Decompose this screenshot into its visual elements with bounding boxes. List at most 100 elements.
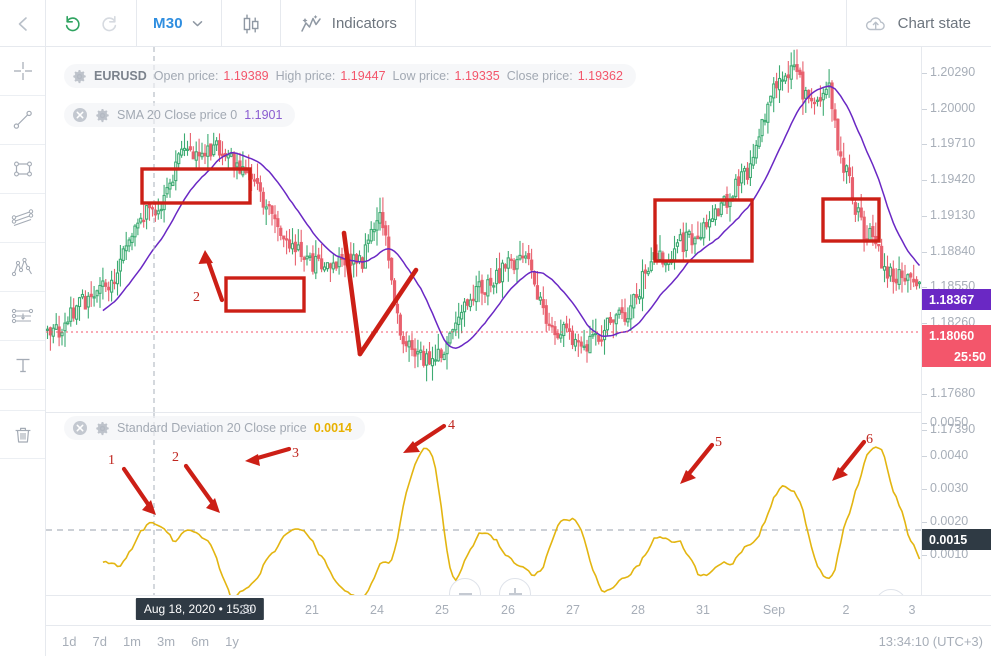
price-pane[interactable]: EURUSD Open price: 1.19389 High price: 1… [46, 47, 991, 412]
time-axis-tick: 31 [696, 603, 710, 617]
annotation-arrow-3 [245, 446, 292, 466]
indicator-axis-tick: 0.0050 [930, 415, 969, 429]
annotation-arrow-5 [680, 442, 715, 484]
close-circle-icon[interactable] [72, 420, 88, 436]
sma-legend[interactable]: SMA 20 Close price 0 1.1901 [64, 103, 296, 127]
current-price-badge: 1.18060 [922, 325, 991, 346]
annotation-number-6: 6 [866, 432, 873, 447]
gear-icon[interactable] [95, 108, 110, 123]
zigzag-icon [10, 255, 36, 279]
toolbar-gap [0, 390, 45, 410]
low-label: Low price: [392, 69, 450, 83]
clock-label: 13:34:10 (UTC+3) [878, 633, 983, 649]
delete-tool[interactable] [0, 410, 45, 459]
annotation-arrow-price [198, 250, 225, 303]
close-circle-icon[interactable] [72, 107, 88, 123]
top-toolbar: M30 Indicators Chart state [0, 0, 991, 47]
axis-tick-mark [922, 394, 927, 396]
annotation-arrow-2 [183, 463, 220, 513]
text-tool[interactable] [0, 341, 45, 390]
annotation-number-price: 2 [193, 290, 200, 305]
undo-button[interactable] [62, 13, 84, 35]
price-axis-tick: 1.17680 [930, 386, 976, 401]
chevron-left-icon [13, 14, 33, 34]
chart-state-button[interactable]: Chart state [847, 0, 991, 47]
axis-tick-mark [922, 423, 927, 424]
chart-state-label: Chart state [897, 15, 971, 32]
range-button-7d[interactable]: 7d [92, 634, 106, 649]
time-axis-tick: 21 [305, 603, 319, 617]
open-value: 1.19389 [223, 69, 269, 83]
sma-value: 1.1901 [244, 108, 283, 122]
chevron-down-icon [190, 16, 205, 31]
indicators-button[interactable]: Indicators [281, 0, 416, 47]
axis-tick-mark [922, 180, 927, 182]
time-axis-tick: 2 [842, 603, 850, 617]
axis-tick-mark [922, 251, 927, 253]
price-legend[interactable]: EURUSD Open price: 1.19389 High price: 1… [64, 64, 636, 88]
open-label: Open price: [153, 69, 219, 83]
back-button[interactable] [0, 0, 46, 47]
symbol-label: EURUSD [94, 69, 147, 83]
indicator-pane[interactable]: Standard Deviation 20 Close price 0.0014… [46, 413, 991, 595]
timeframe-label: M30 [153, 15, 183, 32]
range-button-6m[interactable]: 6m [191, 634, 209, 649]
line-icon [11, 108, 35, 132]
close-label: Close price: [506, 69, 573, 83]
candlestick-icon [240, 12, 262, 36]
sma-title: SMA 20 Close price 0 [117, 108, 238, 122]
low-value: 1.19335 [454, 69, 500, 83]
chart-type-button[interactable] [222, 0, 281, 47]
toolbar-spacer [416, 0, 847, 46]
parallel-channel-icon [10, 206, 36, 230]
axis-tick-mark [922, 522, 927, 523]
annotation-number-2: 2 [172, 450, 179, 465]
range-button-1m[interactable]: 1m [123, 634, 141, 649]
time-axis-tick: 24 [370, 603, 384, 617]
indicator-axis-tick: 0.0030 [930, 481, 969, 495]
chart-area[interactable]: EURUSD Open price: 1.19389 High price: 1… [46, 47, 991, 656]
range-button-1d[interactable]: 1d [62, 634, 76, 649]
time-axis-tick: 28 [631, 603, 645, 617]
rectangle-tool[interactable] [0, 145, 45, 194]
gear-icon[interactable] [72, 69, 87, 84]
crosshair-tool[interactable] [0, 47, 45, 96]
bottom-bar: 1d 7d 1m 3m 6m 1y 13:34:10 (UTC+3) [46, 625, 991, 656]
range-button-3m[interactable]: 3m [157, 634, 175, 649]
annotation-number-3: 3 [292, 446, 299, 461]
range-buttons: 1d 7d 1m 3m 6m 1y [46, 634, 239, 649]
annotation-trendline-v [341, 230, 419, 357]
axis-tick-mark [922, 489, 927, 490]
price-axis-tick: 1.19130 [930, 207, 976, 222]
time-axis-tick: 3 [908, 603, 916, 617]
price-axis-tick: 1.20000 [930, 100, 976, 115]
trash-icon [11, 423, 35, 447]
parallel-channel-tool[interactable] [0, 194, 45, 243]
axis-tick-mark [922, 322, 927, 324]
axis-tick-mark [922, 108, 927, 110]
price-axis[interactable]: 1.20290 1.20000 1.19710 1.19420 1.19130 1.188… [921, 47, 991, 595]
gear-icon[interactable] [95, 421, 110, 436]
high-value: 1.19447 [340, 69, 386, 83]
trend-line-tool[interactable] [0, 96, 45, 145]
rectangle-icon [11, 157, 35, 181]
timeframe-selector[interactable]: M30 [137, 0, 222, 47]
indicators-label: Indicators [331, 15, 397, 32]
price-axis-tick: 1.19420 [930, 172, 976, 187]
time-axis-tick: 27 [566, 603, 580, 617]
axis-tick-mark [922, 430, 927, 431]
stddev-legend[interactable]: Standard Deviation 20 Close price 0.0014 [64, 416, 365, 440]
range-button-1y[interactable]: 1y [225, 634, 239, 649]
redo-button[interactable] [98, 13, 120, 35]
price-axis-tick: 1.18840 [930, 243, 976, 258]
time-axis[interactable]: Aug 18, 2020 • 15:30 20 21 24 25 26 27 28 31 Sep… [46, 595, 991, 625]
price-axis-tick: 1.20290 [930, 65, 976, 79]
close-value: 1.19362 [577, 69, 623, 83]
annotation-number-4: 4 [448, 418, 455, 433]
indicator-axis-tick: 0.0040 [930, 448, 969, 462]
axis-tick-mark [922, 215, 927, 217]
fibonacci-tool[interactable] [0, 292, 45, 341]
stddev-value-badge: 0.0015 [922, 529, 991, 550]
annotation-number-1: 1 [108, 453, 115, 468]
elliott-wave-tool[interactable] [0, 243, 45, 292]
